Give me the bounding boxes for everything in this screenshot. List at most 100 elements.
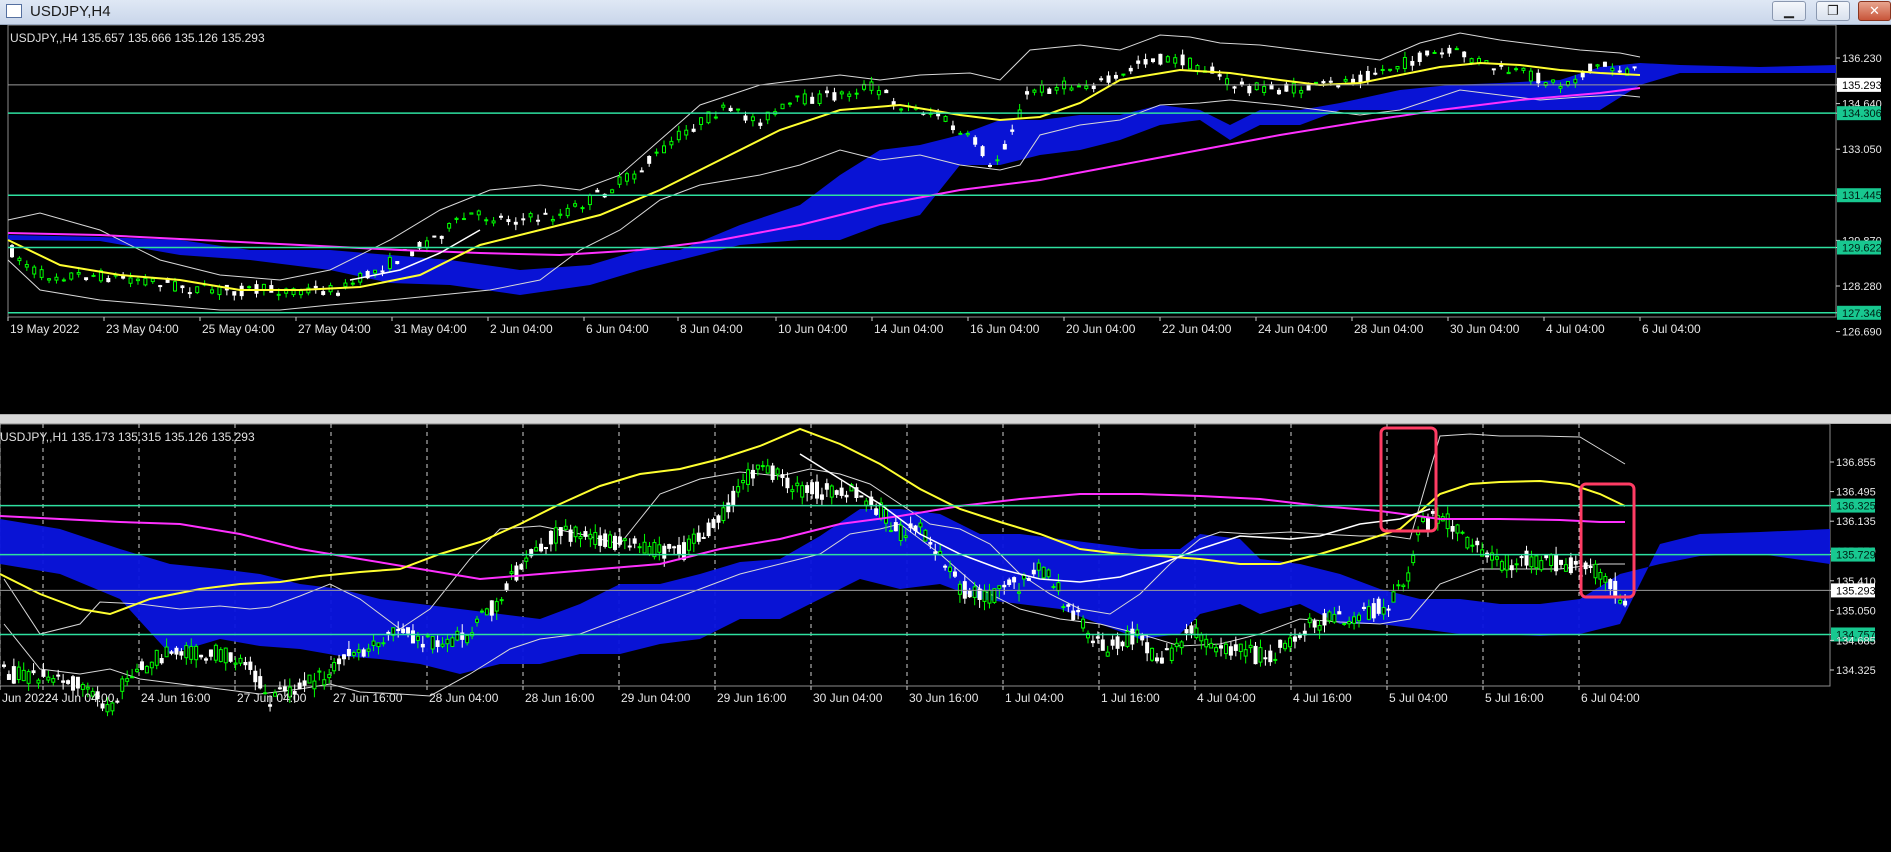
price-axis-label: 126.690 — [1842, 327, 1882, 339]
candle-body — [61, 680, 66, 683]
candle-body — [169, 651, 174, 654]
candle-body — [509, 571, 514, 575]
candle-body — [1238, 643, 1243, 652]
candle-body — [972, 586, 977, 598]
candle-body — [307, 674, 312, 684]
candle-body — [810, 96, 815, 104]
candle-body — [608, 534, 613, 548]
candle-body — [1051, 585, 1056, 588]
candle-body — [46, 676, 51, 681]
candle-body — [66, 680, 71, 684]
candle-body — [1209, 642, 1214, 649]
candle-body — [135, 278, 140, 282]
candle-body — [758, 122, 763, 126]
candle-body — [159, 658, 164, 664]
close-button[interactable]: ✕ — [1858, 1, 1891, 21]
h1-chart[interactable]: 136.855136.495136.325136.135135.770135.7… — [0, 424, 1891, 852]
candle-body — [1391, 591, 1396, 603]
candle-body — [228, 652, 233, 662]
price-axis-label: 135.293 — [1842, 80, 1882, 92]
candle-body — [11, 666, 16, 684]
candle-body — [410, 630, 415, 644]
time-axis-label: 1 Jul 04:00 — [1005, 691, 1064, 705]
pane-splitter[interactable] — [0, 414, 1891, 424]
candle-body — [105, 704, 110, 713]
candle-body — [476, 210, 481, 216]
candle-body — [684, 129, 689, 136]
candle-body — [1076, 609, 1081, 613]
candle-body — [80, 684, 85, 690]
candle-body — [1563, 564, 1568, 572]
candle-body — [750, 469, 755, 479]
candle-body — [973, 137, 978, 145]
candle-body — [642, 541, 647, 554]
candle-body — [1299, 89, 1304, 94]
candle-body — [536, 219, 541, 222]
candle-body — [1106, 75, 1111, 83]
candle-body — [1529, 556, 1534, 568]
candle-body — [1223, 643, 1228, 655]
candle-body — [406, 627, 411, 634]
candle-body — [1504, 554, 1509, 571]
candle-body — [514, 565, 519, 581]
candle-body — [943, 115, 948, 122]
candle-body — [1342, 622, 1347, 625]
candle-body — [396, 628, 401, 631]
candle-body — [395, 261, 400, 265]
candle-body — [1158, 53, 1163, 65]
time-axis-label: 31 May 04:00 — [394, 322, 467, 336]
time-axis-label: 23 May 04:00 — [106, 322, 179, 336]
candle-body — [1069, 87, 1074, 91]
candle-body — [1002, 143, 1007, 150]
candle-body — [699, 117, 704, 125]
candle-body — [1327, 611, 1332, 622]
candle-body — [297, 682, 302, 690]
candle-body — [528, 213, 533, 218]
price-axis-label: 136.855 — [1836, 457, 1876, 469]
candle-body — [2, 664, 6, 667]
candle-body — [1204, 638, 1209, 648]
time-axis-label: 4 Jul 04:00 — [1197, 691, 1256, 705]
h4-chart-pane[interactable]: 136.230 135.293 134.640 134.306 133.050 131.4… — [0, 25, 1891, 414]
price-axis-label: 131.445 — [1842, 190, 1882, 202]
candle-body — [130, 676, 135, 679]
candle-body — [1521, 67, 1526, 71]
candle-body — [26, 671, 31, 684]
candle-body — [350, 282, 355, 285]
minimize-button[interactable]: ▁ — [1772, 1, 1806, 21]
candle-body — [1061, 606, 1066, 609]
candle-body — [667, 544, 672, 549]
candle-body — [573, 526, 578, 538]
candle-body — [819, 494, 824, 500]
candle-body — [1253, 645, 1258, 665]
candle-body — [504, 583, 509, 591]
candle-body — [1380, 68, 1385, 71]
candle-body — [351, 652, 356, 656]
candle-body — [135, 668, 140, 672]
candle-body — [1002, 584, 1007, 588]
candle-body — [1352, 616, 1357, 624]
candle-body — [16, 666, 21, 680]
candle-body — [1506, 71, 1511, 75]
h4-chart[interactable]: 136.230135.293134.640134.306133.050131.4… — [0, 25, 1891, 414]
time-axis-label: 10 Jun 04:00 — [778, 322, 848, 336]
time-axis-label: 28 Jun 16:00 — [525, 691, 595, 705]
candle-body — [1243, 649, 1248, 657]
candle-body — [1151, 58, 1155, 63]
candle-body — [839, 91, 844, 95]
candle-body — [1233, 644, 1238, 651]
time-axis-label: 14 Jun 04:00 — [874, 322, 944, 336]
candle-body — [204, 658, 209, 661]
candle-body — [765, 465, 770, 474]
candle-body — [447, 223, 452, 229]
h1-chart-pane[interactable]: 136.855136.495136.325136.135135.770135.7… — [0, 424, 1891, 852]
candle-body — [1145, 642, 1150, 654]
candle-body — [1136, 60, 1141, 64]
candle-body — [553, 527, 558, 544]
candle-body — [686, 538, 691, 551]
candle-body — [1188, 57, 1193, 70]
h4-chart-header: USDJPY,,H4 135.657 135.666 135.126 135.2… — [10, 31, 265, 45]
maximize-button[interactable]: ❐ — [1816, 1, 1850, 21]
candle-body — [1010, 129, 1015, 132]
candle-body — [120, 678, 125, 692]
